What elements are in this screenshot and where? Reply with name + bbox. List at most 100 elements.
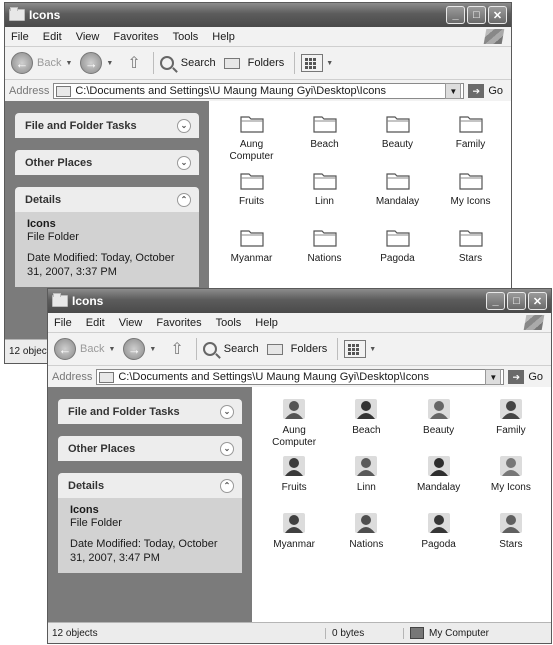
chevron-down-icon[interactable]: ⌄	[220, 404, 234, 419]
views-dropdown-icon[interactable]: ▼	[369, 346, 376, 353]
chevron-down-icon[interactable]: ⌄	[177, 155, 191, 170]
window-title: Icons	[29, 8, 61, 22]
icon-item-aung-computer[interactable]: Aung Computer	[215, 111, 288, 168]
chevron-up-icon[interactable]: ⌃	[220, 478, 234, 493]
icon-item-myanmar[interactable]: Myanmar	[258, 511, 330, 568]
folders-button[interactable]: Folders	[291, 343, 328, 355]
icon-item-stars[interactable]: Stars	[475, 511, 547, 568]
close-button[interactable]: ✕	[488, 6, 507, 24]
views-icon[interactable]	[301, 54, 324, 72]
icon-item-my-icons[interactable]: My Icons	[475, 454, 547, 511]
icon-item-beach[interactable]: Beach	[288, 111, 361, 168]
folder-icon	[9, 7, 25, 21]
forward-dropdown-icon[interactable]: ▼	[149, 346, 156, 353]
icon-item-fruits[interactable]: Fruits	[258, 454, 330, 511]
chevron-down-icon[interactable]: ⌄	[220, 441, 234, 456]
menu-help[interactable]: Help	[212, 31, 235, 43]
other-places-header[interactable]: Other Places ⌄	[15, 150, 199, 175]
folders-icon[interactable]	[266, 343, 283, 355]
icon-label: Mandalay	[416, 482, 461, 493]
search-button[interactable]: Search	[181, 57, 216, 69]
icon-item-family[interactable]: Family	[475, 397, 547, 454]
search-button[interactable]: Search	[224, 343, 259, 355]
back-dropdown-icon[interactable]: ▼	[108, 346, 115, 353]
up-folder-icon[interactable]: ⇧	[170, 339, 183, 359]
title-bar[interactable]: Icons _ □ ✕	[5, 3, 511, 27]
minimize-button[interactable]: _	[486, 292, 505, 310]
back-dropdown-icon[interactable]: ▼	[65, 60, 72, 67]
back-button-label[interactable]: Back	[37, 57, 61, 69]
icon-item-pagoda[interactable]: Pagoda	[361, 225, 434, 282]
views-icon[interactable]	[344, 340, 367, 358]
details-header[interactable]: Details ⌃	[15, 187, 199, 212]
icon-item-stars[interactable]: Stars	[434, 225, 507, 282]
search-icon[interactable]	[159, 56, 174, 70]
menu-file[interactable]: File	[11, 31, 29, 43]
icon-label: Linn	[315, 196, 334, 207]
address-dropdown-icon[interactable]: ▼	[485, 369, 502, 385]
menu-edit[interactable]: Edit	[43, 31, 62, 43]
back-arrow-icon[interactable]: ←	[54, 338, 76, 360]
icon-item-nations[interactable]: Nations	[288, 225, 361, 282]
menu-file[interactable]: File	[54, 317, 72, 329]
maximize-button[interactable]: □	[467, 6, 486, 24]
chevron-up-icon[interactable]: ⌃	[177, 192, 191, 207]
menu-tools[interactable]: Tools	[173, 31, 199, 43]
menu-edit[interactable]: Edit	[86, 317, 105, 329]
maximize-button[interactable]: □	[507, 292, 526, 310]
menu-view[interactable]: View	[119, 317, 143, 329]
back-button-label[interactable]: Back	[80, 343, 104, 355]
chevron-down-icon[interactable]: ⌄	[177, 118, 191, 133]
forward-arrow-icon[interactable]: →	[80, 52, 103, 74]
search-icon[interactable]	[202, 342, 217, 356]
icon-item-family[interactable]: Family	[434, 111, 507, 168]
icon-item-aung-computer[interactable]: Aung Computer	[258, 397, 330, 454]
icon-item-linn[interactable]: Linn	[330, 454, 402, 511]
picture-icon	[426, 397, 452, 421]
other-places-header[interactable]: Other Places ⌄	[58, 436, 242, 461]
up-folder-icon[interactable]: ⇧	[127, 53, 140, 73]
address-dropdown-icon[interactable]: ▼	[445, 83, 462, 99]
address-input[interactable]: C:\Documents and Settings\U Maung Maung …	[96, 369, 505, 385]
folders-button[interactable]: Folders	[248, 57, 285, 69]
go-button[interactable]: Go	[528, 371, 543, 383]
icon-item-mandalay[interactable]: Mandalay	[361, 168, 434, 225]
file-folder-tasks-header[interactable]: File and Folder Tasks ⌄	[15, 113, 199, 138]
address-path[interactable]: C:\Documents and Settings\U Maung Maung …	[75, 85, 386, 97]
minimize-button[interactable]: _	[446, 6, 465, 24]
views-dropdown-icon[interactable]: ▼	[326, 60, 333, 67]
file-folder-tasks-header[interactable]: File and Folder Tasks ⌄	[58, 399, 242, 424]
front-explorer-window[interactable]: Icons _ □ ✕ File Edit View Favorites Too…	[47, 288, 552, 644]
icon-item-fruits[interactable]: Fruits	[215, 168, 288, 225]
icon-item-nations[interactable]: Nations	[330, 511, 402, 568]
menu-view[interactable]: View	[76, 31, 100, 43]
icon-item-beauty[interactable]: Beauty	[361, 111, 434, 168]
details-modified: Date Modified: Today, October 31, 2007, …	[70, 538, 218, 564]
icon-item-pagoda[interactable]: Pagoda	[403, 511, 475, 568]
icon-item-my-icons[interactable]: My Icons	[434, 168, 507, 225]
close-button[interactable]: ✕	[528, 292, 547, 310]
icon-item-linn[interactable]: Linn	[288, 168, 361, 225]
folder-icon	[99, 371, 115, 383]
go-arrow-icon[interactable]: ➔	[468, 84, 485, 98]
icon-item-mandalay[interactable]: Mandalay	[403, 454, 475, 511]
picture-icon	[353, 511, 379, 535]
icon-item-beauty[interactable]: Beauty	[403, 397, 475, 454]
address-input[interactable]: C:\Documents and Settings\U Maung Maung …	[53, 83, 465, 99]
folders-icon[interactable]	[223, 57, 240, 69]
icon-item-myanmar[interactable]: Myanmar	[215, 225, 288, 282]
file-list[interactable]: Aung Computer Beach Beauty Family Fruits Linn…	[252, 387, 551, 623]
go-arrow-icon[interactable]: ➔	[508, 370, 525, 384]
menu-favorites[interactable]: Favorites	[113, 31, 158, 43]
back-arrow-icon[interactable]: ←	[11, 52, 33, 74]
menu-help[interactable]: Help	[255, 317, 278, 329]
icon-item-beach[interactable]: Beach	[330, 397, 402, 454]
address-path[interactable]: C:\Documents and Settings\U Maung Maung …	[118, 371, 429, 383]
forward-arrow-icon[interactable]: →	[123, 338, 146, 360]
go-button[interactable]: Go	[488, 85, 503, 97]
menu-tools[interactable]: Tools	[216, 317, 242, 329]
title-bar[interactable]: Icons _ □ ✕	[48, 289, 551, 313]
details-header[interactable]: Details ⌃	[58, 473, 242, 498]
forward-dropdown-icon[interactable]: ▼	[106, 60, 113, 67]
menu-favorites[interactable]: Favorites	[156, 317, 201, 329]
